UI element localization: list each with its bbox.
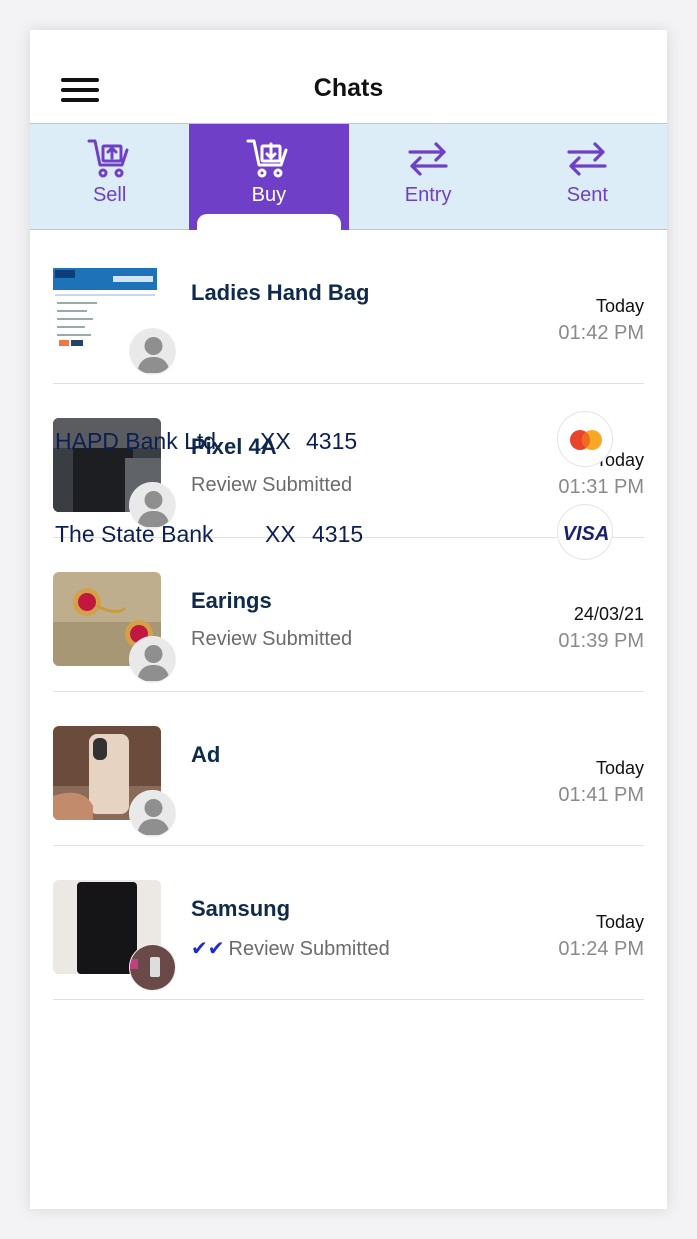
chat-subtitle-text: Review Submitted	[228, 938, 390, 960]
visa-logo-icon: VISA	[557, 504, 613, 560]
page-title: Chats	[313, 74, 384, 102]
swap-arrows-icon	[567, 142, 607, 176]
chat-time: 01:31 PM	[558, 476, 644, 498]
chats-screen: Chats Sell Buy Entry Sent Ladies Hand Ba…	[30, 30, 667, 1209]
double-check-icon: ✔✔	[191, 938, 225, 960]
chat-time: 01:42 PM	[558, 322, 644, 344]
chat-title: Ad	[191, 742, 221, 767]
tab-sent[interactable]: Sent	[508, 124, 667, 230]
card-mask: XX	[260, 428, 291, 454]
card-last4: 4315	[306, 428, 358, 454]
card-last4: 4315	[312, 521, 364, 547]
avatar	[129, 328, 176, 375]
chat-row[interactable]: Earings Review Submitted 24/03/21 01:39 …	[53, 538, 644, 692]
chat-time: 01:41 PM	[558, 784, 644, 806]
tab-sell[interactable]: Sell	[30, 124, 189, 230]
chat-list: Ladies Hand Bag Today 01:42 PM Pixel 4A …	[53, 230, 644, 1000]
chat-row[interactable]: Ladies Hand Bag Today 01:42 PM	[53, 230, 644, 384]
chat-date: Today	[595, 912, 644, 932]
tab-label: Sell	[92, 184, 127, 206]
chat-time: 01:39 PM	[558, 630, 644, 652]
avatar	[129, 636, 176, 683]
bank-card-row[interactable]: The State Bank XX 4315 VISA	[55, 504, 615, 561]
chat-title: Samsung	[191, 896, 291, 921]
tab-bar: Sell Buy Entry Sent	[30, 123, 667, 230]
tab-label: Entry	[404, 184, 452, 206]
avatar	[129, 790, 176, 837]
active-tab-indicator	[197, 214, 341, 230]
avatar	[129, 944, 176, 991]
cart-upload-icon	[87, 139, 129, 178]
tab-label: Sent	[566, 184, 608, 206]
chat-title: Ladies Hand Bag	[191, 280, 370, 305]
card-mask: XX	[265, 521, 296, 547]
tab-buy[interactable]: Buy	[189, 124, 349, 230]
svg-text:VISA: VISA	[563, 523, 610, 545]
bank-name: HAPD Bank Ltd	[55, 428, 217, 454]
chat-subtitle: Review Submitted	[191, 474, 353, 496]
chat-title: Earings	[191, 588, 272, 613]
swap-arrows-icon	[408, 142, 448, 176]
cart-download-icon	[246, 139, 288, 178]
bank-name: The State Bank	[55, 521, 214, 547]
chat-row[interactable]: Ad Today 01:41 PM	[53, 692, 644, 846]
tab-label: Buy	[251, 184, 287, 206]
chat-date: 24/03/21	[573, 604, 644, 624]
chat-date: Today	[595, 296, 644, 316]
mastercard-logo-icon	[557, 411, 613, 467]
tab-entry[interactable]: Entry	[349, 124, 508, 230]
chat-row[interactable]: Samsung ✔✔ Review Submitted Today 01:24 P…	[53, 846, 644, 1000]
chat-date: Today	[595, 758, 644, 778]
chat-subtitle: Review Submitted	[191, 628, 353, 650]
chat-subtitle: ✔✔ Review Submitted	[191, 936, 390, 961]
bank-card-row[interactable]: HAPD Bank Ltd XX 4315	[55, 411, 615, 468]
app-header: Chats	[30, 30, 667, 123]
chat-time: 01:24 PM	[558, 938, 644, 960]
